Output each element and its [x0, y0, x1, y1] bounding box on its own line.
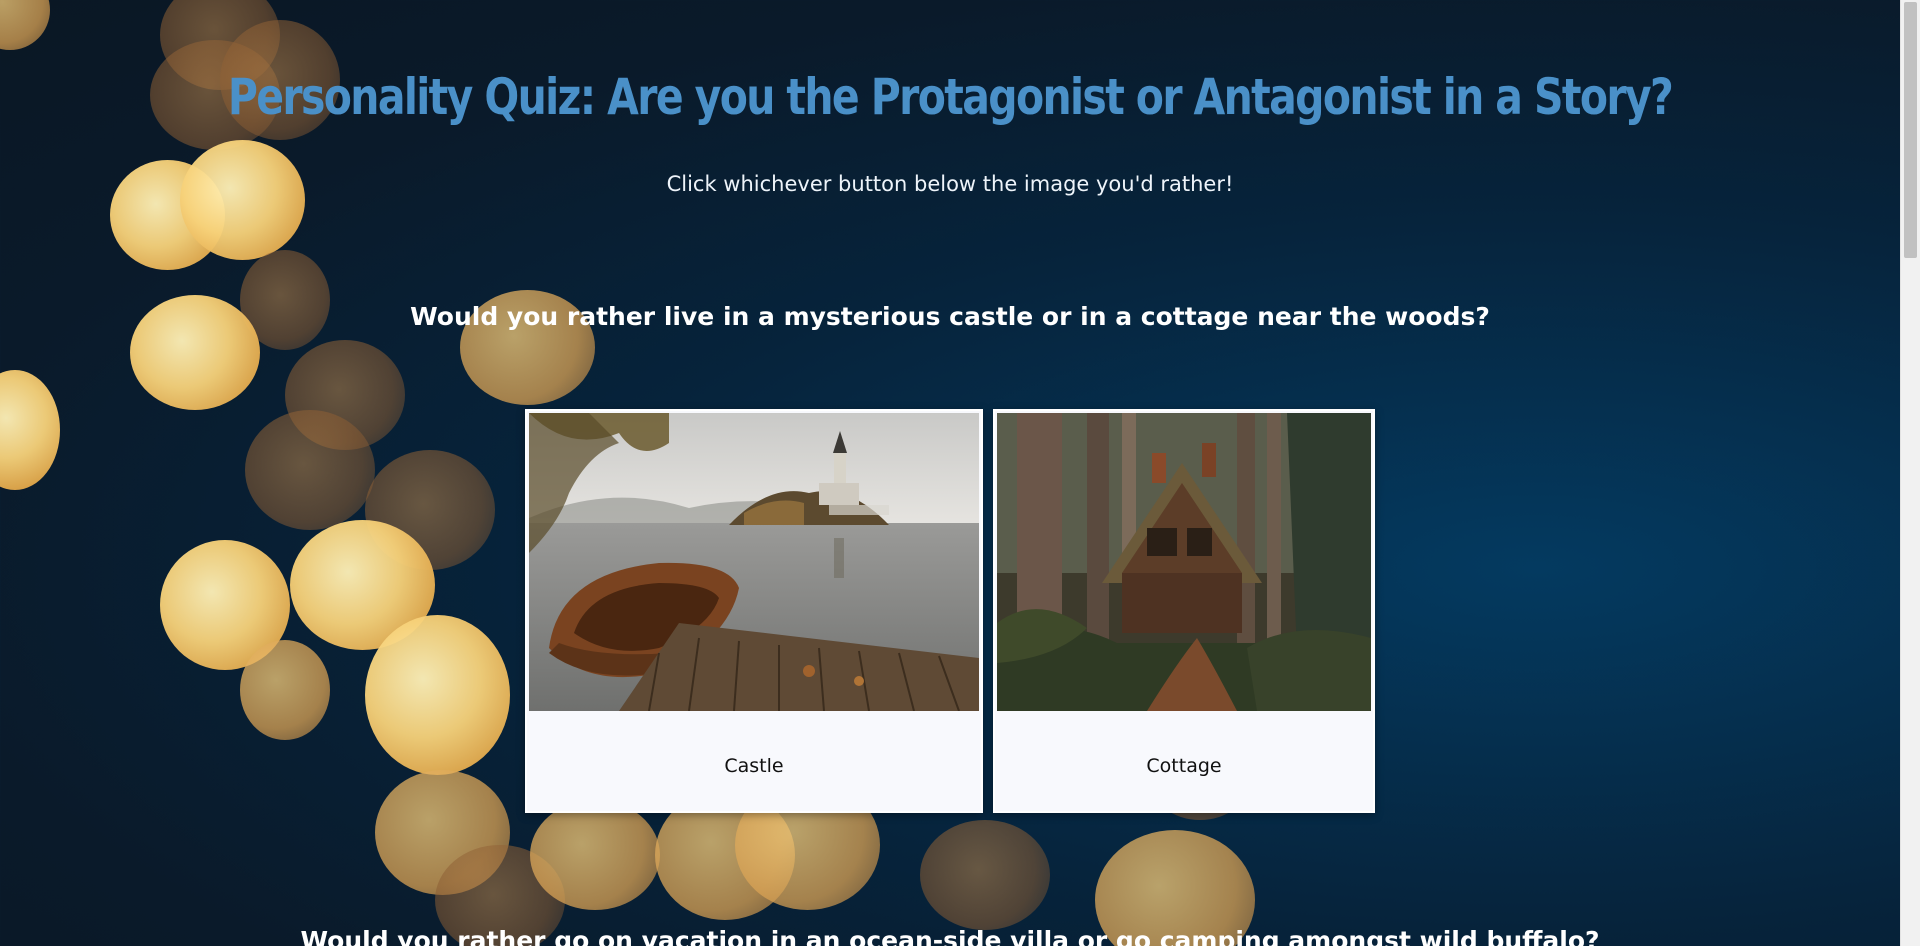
- page-subtitle: Click whichever button below the image y…: [666, 172, 1234, 196]
- castle-lake-image: [529, 413, 979, 711]
- page-title: Personality Quiz: Are you the Protagonis…: [227, 68, 1674, 126]
- cottage-option-button[interactable]: Cottage: [993, 409, 1375, 813]
- forest-cottage-image: [997, 413, 1371, 711]
- castle-option-label: Castle: [724, 755, 784, 777]
- quiz-page: Personality Quiz: Are you the Protagonis…: [0, 0, 1900, 946]
- question-1-text: Would you rather live in a mysterious ca…: [410, 302, 1490, 331]
- question-2-text: Would you rather go on vacation in an oc…: [300, 926, 1600, 946]
- cottage-option-label: Cottage: [1146, 755, 1222, 777]
- scrollbar-thumb[interactable]: [1904, 2, 1917, 258]
- castle-option-button[interactable]: Castle: [525, 409, 983, 813]
- page-scrollbar[interactable]: [1900, 0, 1920, 946]
